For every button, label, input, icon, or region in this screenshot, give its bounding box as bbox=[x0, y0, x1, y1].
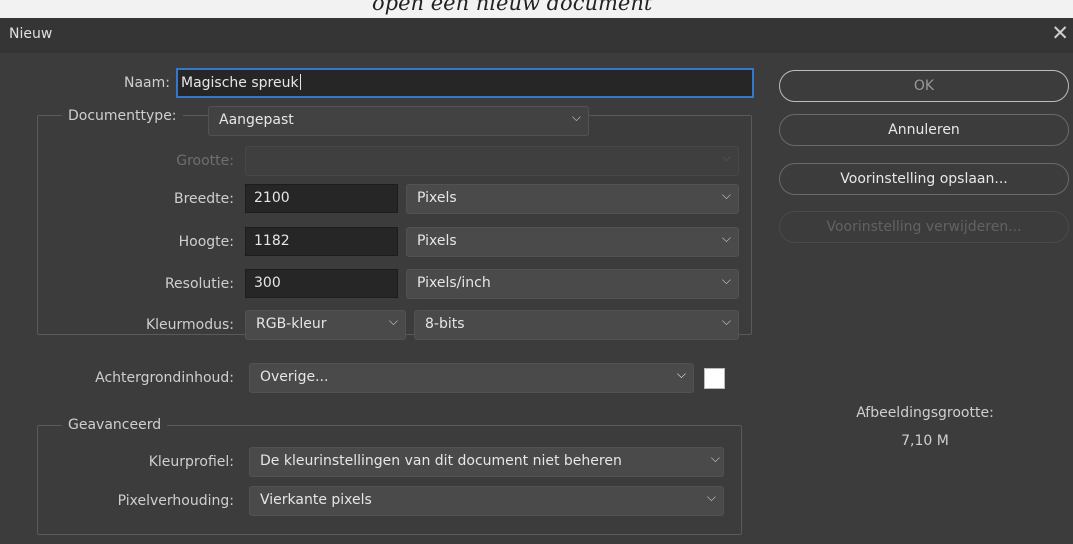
save-preset-button[interactable]: Voorinstelling opslaan... bbox=[779, 163, 1069, 195]
name-input[interactable]: Magische spreuk bbox=[176, 68, 754, 98]
advanced-group bbox=[37, 425, 742, 535]
color-profile-select[interactable]: De kleurinstellingen van dit document ni… bbox=[249, 447, 724, 477]
height-label: Hoogte: bbox=[178, 234, 234, 250]
colormode-value: RGB-kleur bbox=[256, 316, 327, 332]
image-size-label: Afbeeldingsgrootte: bbox=[856, 405, 994, 421]
documenttype-value: Aangepast bbox=[219, 112, 294, 128]
documenttype-label: Documenttype: bbox=[62, 108, 183, 124]
height-unit-select[interactable]: Pixels ⌵ bbox=[406, 227, 739, 257]
width-label: Breedte: bbox=[174, 191, 234, 207]
resolution-value: 300 bbox=[254, 275, 281, 291]
chevron-down-icon: ⌵ bbox=[721, 188, 731, 202]
name-input-value: Magische spreuk bbox=[181, 75, 299, 91]
text-caret bbox=[299, 74, 301, 90]
chevron-down-icon: ⌵ bbox=[721, 273, 731, 287]
height-input[interactable]: 1182 bbox=[245, 227, 398, 256]
page-header-caption: open een nieuw document bbox=[372, 0, 653, 15]
chevron-down-icon: ⌵ bbox=[710, 451, 720, 465]
dialog-title: Nieuw bbox=[9, 26, 53, 42]
delete-preset-button: Voorinstelling verwijderen... bbox=[779, 211, 1069, 243]
width-input[interactable]: 2100 bbox=[245, 184, 398, 213]
chevron-down-icon: ⌵ bbox=[571, 110, 581, 124]
page-header-strip: open een nieuw document bbox=[0, 0, 1073, 18]
size-label: Grootte: bbox=[176, 153, 234, 169]
ok-button[interactable]: OK bbox=[779, 70, 1069, 102]
height-value: 1182 bbox=[254, 233, 290, 249]
size-select: ⌵ bbox=[245, 146, 739, 176]
color-profile-value: De kleurinstellingen van dit document ni… bbox=[260, 453, 622, 469]
name-label: Naam: bbox=[124, 75, 170, 91]
chevron-down-icon: ⌵ bbox=[721, 231, 731, 245]
new-document-dialog: Naam: Magische spreuk Documenttype: Aang… bbox=[0, 53, 1073, 544]
chevron-down-icon: ⌵ bbox=[388, 314, 398, 328]
colormode-select[interactable]: RGB-kleur ⌵ bbox=[245, 310, 406, 340]
resolution-input[interactable]: 300 bbox=[245, 269, 398, 298]
dialog-titlebar: Nieuw ✕ bbox=[0, 18, 1073, 53]
background-label: Achtergrondinhoud: bbox=[95, 370, 234, 386]
height-unit-value: Pixels bbox=[417, 233, 457, 249]
background-select[interactable]: Overige... ⌵ bbox=[249, 363, 694, 393]
pixel-aspect-select[interactable]: Vierkante pixels ⌵ bbox=[249, 486, 724, 516]
chevron-down-icon: ⌵ bbox=[676, 367, 686, 381]
chevron-down-icon: ⌵ bbox=[706, 490, 716, 504]
cancel-button[interactable]: Annuleren bbox=[779, 114, 1069, 146]
width-unit-value: Pixels bbox=[417, 190, 457, 206]
pixel-aspect-value: Vierkante pixels bbox=[260, 492, 372, 508]
width-unit-select[interactable]: Pixels ⌵ bbox=[406, 184, 739, 214]
colormode-label: Kleurmodus: bbox=[145, 317, 234, 333]
resolution-label: Resolutie: bbox=[164, 276, 234, 292]
background-value: Overige... bbox=[260, 369, 329, 385]
resolution-unit-value: Pixels/inch bbox=[417, 275, 491, 291]
chevron-down-icon: ⌵ bbox=[721, 150, 731, 164]
resolution-unit-select[interactable]: Pixels/inch ⌵ bbox=[406, 269, 739, 299]
close-icon[interactable]: ✕ bbox=[1051, 23, 1069, 44]
color-profile-label: Kleurprofiel: bbox=[148, 454, 234, 470]
chevron-down-icon: ⌵ bbox=[721, 314, 731, 328]
documenttype-select[interactable]: Aangepast ⌵ bbox=[208, 106, 589, 136]
background-color-swatch[interactable] bbox=[704, 368, 725, 389]
bitdepth-select[interactable]: 8-bits ⌵ bbox=[414, 310, 739, 340]
bitdepth-value: 8-bits bbox=[425, 316, 465, 332]
pixel-aspect-label: Pixelverhouding: bbox=[117, 493, 234, 509]
width-value: 2100 bbox=[254, 190, 290, 206]
advanced-legend: Geavanceerd bbox=[62, 417, 168, 433]
image-size-value: 7,10 M bbox=[901, 433, 949, 449]
